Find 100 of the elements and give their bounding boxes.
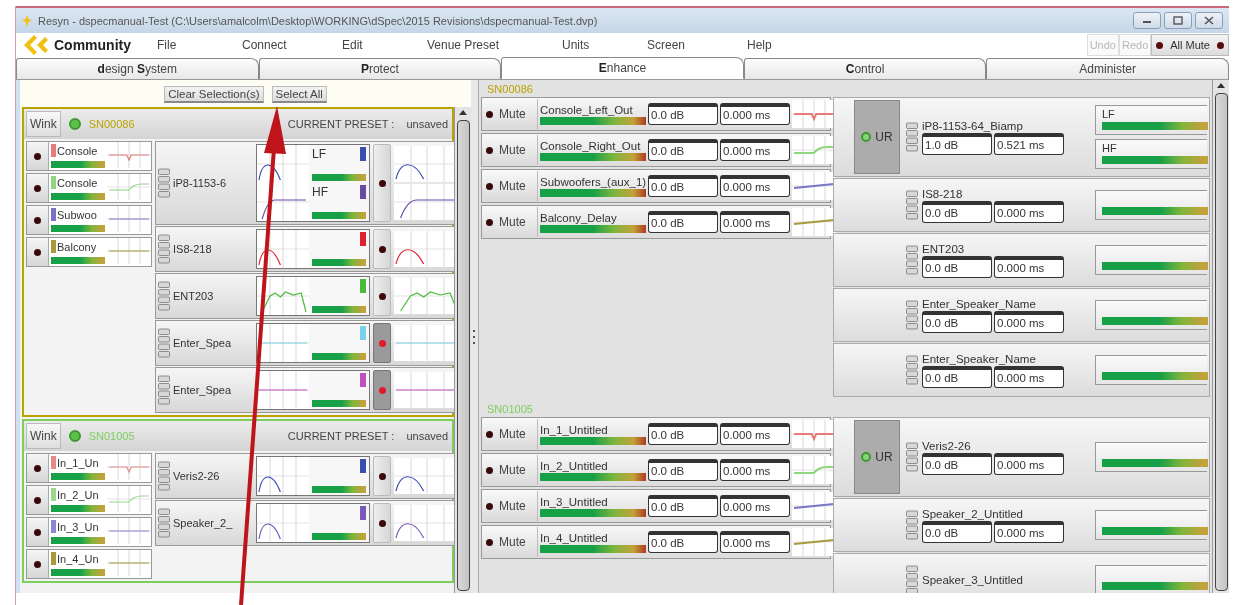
gain-field[interactable]: 0.0 dB [648,459,718,481]
channel-stack-icon[interactable] [158,508,170,538]
input-name[interactable]: Balcony_Delay [540,211,646,224]
speaker-name[interactable]: Veris2-26 [922,439,1064,452]
speaker-name[interactable]: Speaker_2_Untitled [922,507,1064,520]
delay-field[interactable]: 0.000 ms [994,365,1064,388]
delay-field[interactable]: 0.000 ms [994,200,1064,223]
input-name[interactable]: In_1_Un [57,456,99,469]
delay-field[interactable]: 0.000 ms [994,520,1064,543]
mute-button[interactable] [27,486,49,514]
speaker-name[interactable]: Enter_Speaker_Name [922,352,1064,365]
menu-item[interactable]: Screen [647,38,747,52]
close-button[interactable] [1195,12,1223,29]
input-name[interactable]: Console [57,176,98,189]
gain-field[interactable]: 0.0 dB [922,365,992,388]
channel-stack-icon[interactable] [906,355,918,385]
ur-button[interactable]: UR [854,420,900,494]
clear-selection-button[interactable]: Clear Selection(s) [164,86,264,103]
tab[interactable]: Protect [258,58,502,79]
minimize-button[interactable] [1133,12,1161,29]
wink-button[interactable]: Wink [26,423,61,449]
input-name[interactable]: In_4_Untitled [540,531,646,544]
gain-field[interactable]: 0.0 dB [922,200,992,223]
tab[interactable]: design System [16,58,259,79]
mute-button[interactable] [373,503,391,543]
channel-stack-icon[interactable] [906,245,918,275]
speaker-name[interactable]: Enter_Spea [173,337,253,349]
input-name[interactable]: In_3_Untitled [540,495,646,508]
mute-button[interactable] [373,229,391,269]
mute-button[interactable] [27,454,49,482]
channel-stack-icon[interactable] [158,461,170,491]
wink-button[interactable]: Wink [26,111,61,137]
input-name[interactable]: Console_Right_Out [540,139,646,152]
channel-stack-icon[interactable] [158,234,170,264]
mute-button[interactable] [373,276,391,316]
gain-field[interactable]: 0.0 dB [648,211,718,233]
tab[interactable]: Administer [986,58,1229,79]
menu-item[interactable]: Connect [242,38,342,52]
mute-button[interactable] [27,518,49,546]
gain-field[interactable]: 0.0 dB [648,175,718,197]
input-name[interactable]: Console_Left_Out [540,103,646,116]
channel-stack-icon[interactable] [906,565,918,593]
scrollbar[interactable] [1212,80,1229,593]
delay-field[interactable]: 0.000 ms [720,211,790,233]
speaker-name[interactable]: Speaker_3_Untitled [922,573,1023,586]
channel-stack-icon[interactable] [906,442,918,472]
speaker-name[interactable]: Enter_Speaker_Name [922,297,1064,310]
input-name[interactable]: In_3_Un [57,520,99,533]
mute-button[interactable] [27,238,49,266]
gain-field[interactable]: 0.0 dB [922,255,992,278]
scroll-up-icon[interactable] [458,109,468,116]
gain-field[interactable]: 1.0 dB [922,132,992,155]
channel-stack-icon[interactable] [906,300,918,330]
select-all-button[interactable]: Select All [271,86,327,103]
input-name[interactable]: Console [57,144,98,157]
delay-field[interactable]: 0.000 ms [720,175,790,197]
gain-field[interactable]: 0.0 dB [648,139,718,161]
channel-stack-icon[interactable] [906,510,918,540]
delay-field[interactable]: 0.000 ms [994,452,1064,475]
mute-button[interactable] [373,144,391,222]
menu-item[interactable]: Edit [342,38,427,52]
speaker-name[interactable]: ENT203 [922,242,1064,255]
channel-stack-icon[interactable] [158,168,170,198]
channel-stack-icon[interactable] [158,375,170,405]
input-name[interactable]: In_1_Untitled [540,423,646,436]
mute-button[interactable] [373,456,391,496]
delay-field[interactable]: 0.000 ms [720,139,790,161]
delay-field[interactable]: 0.521 ms [994,132,1064,155]
menu-item[interactable]: Venue Preset [427,38,562,52]
gain-field[interactable]: 0.0 dB [648,495,718,517]
ur-button[interactable]: UR [854,100,900,174]
mute-button[interactable] [27,174,49,202]
channel-stack-icon[interactable] [906,122,918,152]
delay-field[interactable]: 0.000 ms [994,255,1064,278]
speaker-name[interactable]: IS8-218 [173,243,253,255]
all-mute-button[interactable]: All Mute [1151,34,1229,56]
channel-stack-icon[interactable] [158,281,170,311]
gain-field[interactable]: 0.0 dB [648,103,718,125]
input-name[interactable]: In_2_Un [57,488,99,501]
gain-field[interactable]: 0.0 dB [922,452,992,475]
channel-stack-icon[interactable] [906,190,918,220]
scroll-up-icon[interactable] [1216,82,1226,89]
tab[interactable]: Control [743,58,987,79]
gain-field[interactable]: 0.0 dB [922,520,992,543]
gain-field[interactable]: 0.0 dB [648,423,718,445]
input-name[interactable]: Balcony [57,240,97,253]
input-name[interactable]: In_2_Untitled [540,459,646,472]
input-name[interactable]: Subwoo [57,208,97,221]
speaker-name[interactable]: iP8-1153-64_Biamp [922,119,1064,132]
speaker-name[interactable]: Veris2-26 [173,470,253,482]
delay-field[interactable]: 0.000 ms [720,423,790,445]
mute-button[interactable] [27,550,49,578]
maximize-button[interactable] [1164,12,1192,29]
speaker-name[interactable]: IS8-218 [922,187,1064,200]
speaker-name[interactable]: ENT203 [173,290,253,302]
gain-field[interactable]: 0.0 dB [648,531,718,553]
delay-field[interactable]: 0.000 ms [720,459,790,481]
channel-stack-icon[interactable] [158,328,170,358]
speaker-name[interactable]: Enter_Spea [173,384,253,396]
speaker-name[interactable]: Speaker_2_ [173,517,253,529]
